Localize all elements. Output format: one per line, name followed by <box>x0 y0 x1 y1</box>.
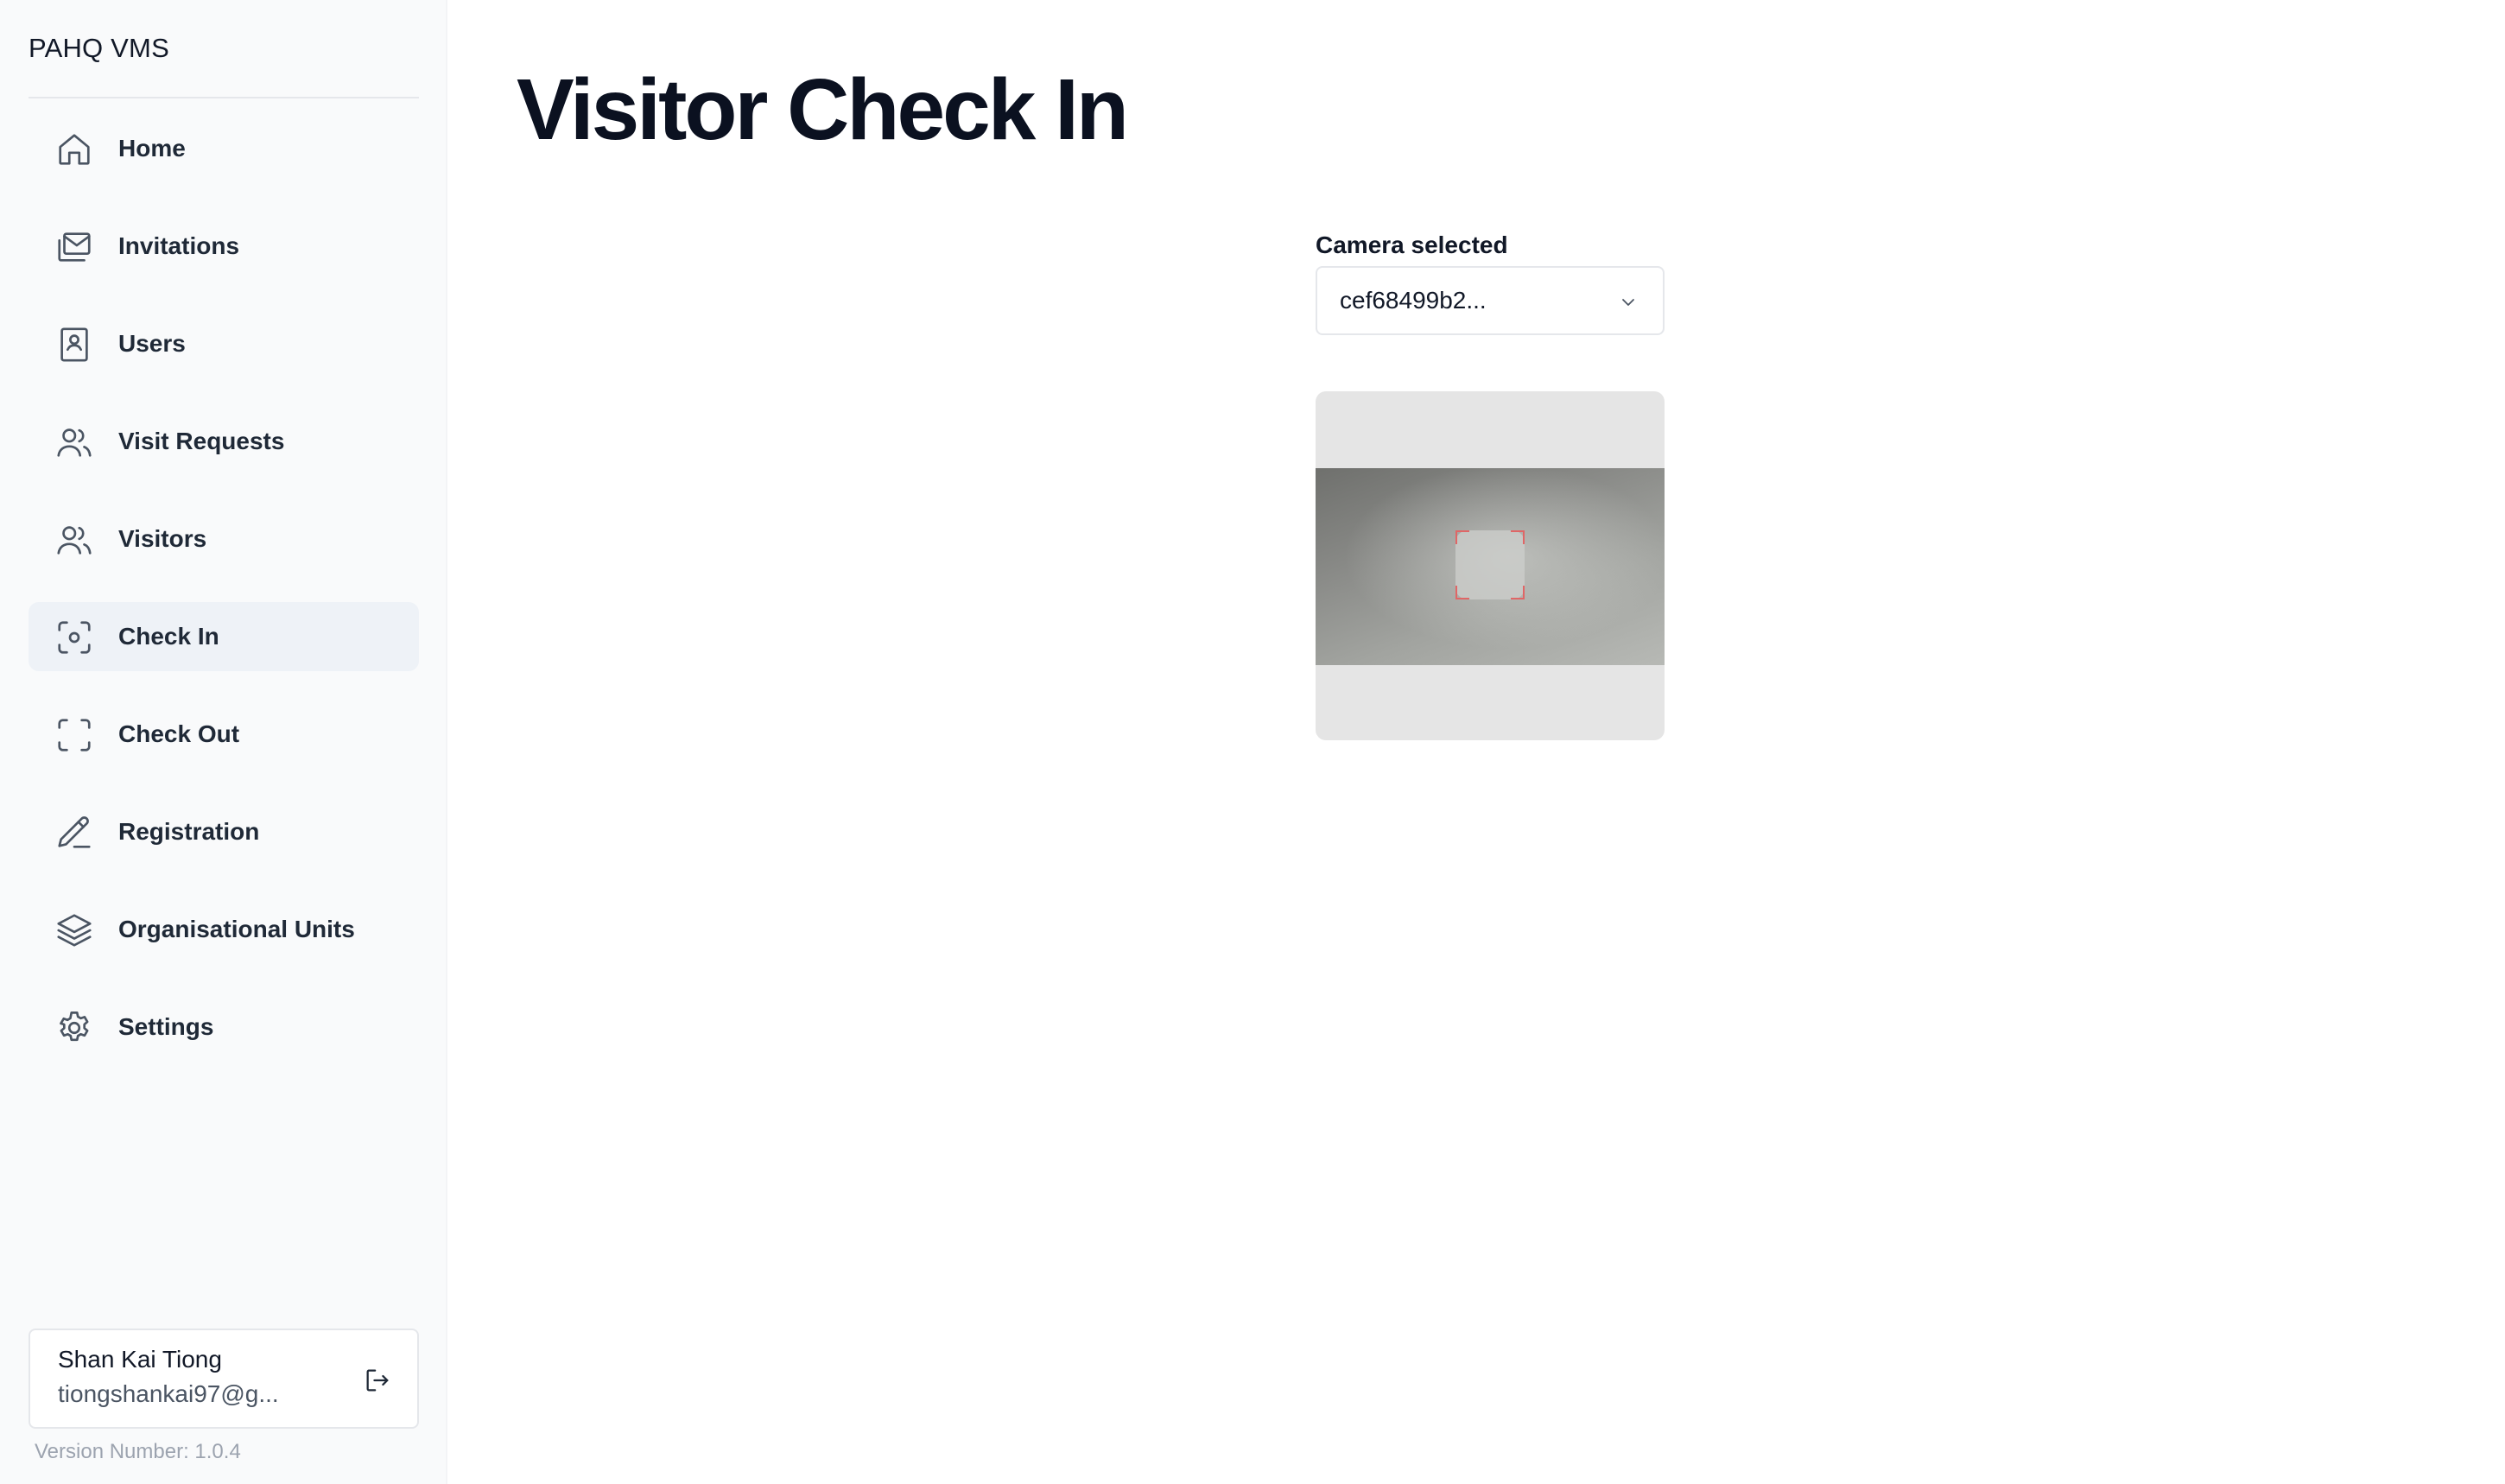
version-number: Version Number: 1.0.4 <box>35 1440 241 1463</box>
sidebar-item-label: Visitors <box>118 525 207 552</box>
contact-book-icon <box>54 325 94 365</box>
gear-icon <box>54 1008 94 1048</box>
scan-corner <box>1455 586 1469 599</box>
sidebar-nav: Home Invitations Users Visit Requests Vi… <box>29 114 419 1090</box>
sidebar: PAHQ VMS Home Invitations Users Visit Re… <box>0 0 447 1484</box>
sidebar-item-label: Organisational Units <box>118 916 355 942</box>
sidebar-item-label: Check Out <box>118 720 240 747</box>
sidebar-item-invitations[interactable]: Invitations <box>29 212 419 281</box>
app-root: PAHQ VMS Home Invitations Users Visit Re… <box>0 0 2505 1484</box>
sidebar-item-label: Users <box>118 330 186 357</box>
camera-select-value: cef68499b2... <box>1340 287 1487 314</box>
sidebar-item-settings[interactable]: Settings <box>29 993 419 1062</box>
sidebar-divider <box>29 97 419 98</box>
home-icon <box>54 130 94 169</box>
scan-corner <box>1511 530 1525 544</box>
user-name: Shan Kai Tiong <box>58 1346 222 1373</box>
mail-stack-icon <box>54 227 94 267</box>
sidebar-item-label: Check In <box>118 623 219 650</box>
face-scan-icon <box>54 618 94 657</box>
sidebar-item-check-out[interactable]: Check Out <box>29 700 419 769</box>
sidebar-item-label: Home <box>118 135 186 162</box>
user-email: tiongshankai97@g... <box>58 1380 279 1407</box>
camera-select-label: Camera selected <box>1316 231 1508 258</box>
logout-button[interactable] <box>360 1363 395 1398</box>
user-card: Shan Kai Tiong tiongshankai97@g... <box>29 1329 419 1429</box>
sidebar-item-label: Settings <box>118 1013 214 1040</box>
sidebar-item-label: Invitations <box>118 232 240 259</box>
chevron-down-icon <box>1622 299 1634 306</box>
sidebar-item-label: Registration <box>118 818 260 845</box>
page-title: Visitor Check In <box>517 61 1129 158</box>
sidebar-item-visit-requests[interactable]: Visit Requests <box>29 407 419 476</box>
camera-preview <box>1316 391 1665 740</box>
sidebar-item-check-in[interactable]: Check In <box>29 602 419 671</box>
sidebar-item-registration[interactable]: Registration <box>29 797 419 866</box>
users-icon <box>54 520 94 560</box>
sidebar-item-organisational-units[interactable]: Organisational Units <box>29 895 419 964</box>
sidebar-item-visitors[interactable]: Visitors <box>29 504 419 574</box>
layers-icon <box>54 910 94 950</box>
face-scan-region <box>1455 530 1525 599</box>
logout-icon <box>366 1369 389 1392</box>
scan-frame-icon <box>54 715 94 755</box>
scan-corner <box>1511 586 1525 599</box>
sidebar-item-label: Visit Requests <box>118 428 285 454</box>
sidebar-item-users[interactable]: Users <box>29 309 419 378</box>
camera-select[interactable]: cef68499b2... <box>1316 266 1665 335</box>
sidebar-item-home[interactable]: Home <box>29 114 419 183</box>
camera-video-feed <box>1316 468 1665 665</box>
users-icon <box>54 422 94 462</box>
app-title: PAHQ VMS <box>29 33 169 63</box>
scan-corner <box>1455 530 1469 544</box>
pencil-icon <box>54 813 94 853</box>
